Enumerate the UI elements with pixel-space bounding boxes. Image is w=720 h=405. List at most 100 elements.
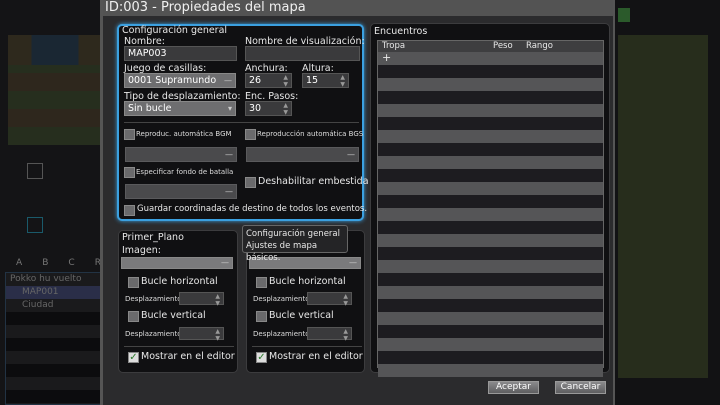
bgm-select[interactable]: — [125, 147, 237, 162]
hloop-label: Bucle horizontal [269, 276, 346, 287]
tab-b[interactable]: B [42, 258, 48, 268]
group-title: Configuración general [122, 25, 228, 36]
h-offset-stepper[interactable]: ▲ ▼ [179, 292, 224, 307]
table-row[interactable] [378, 299, 603, 312]
table-row[interactable] [378, 117, 603, 130]
tab-a[interactable]: A [16, 258, 22, 268]
divider [252, 346, 362, 347]
table-row[interactable] [378, 273, 603, 286]
tree-item-project[interactable]: Pokko hu vuelto [6, 273, 101, 286]
bgm-checkbox[interactable] [124, 129, 135, 140]
chevron-down-icon: ▾ [227, 104, 232, 113]
foreground-image-select[interactable]: — [121, 257, 233, 269]
bgs-select[interactable]: — [246, 147, 359, 162]
table-row[interactable] [378, 312, 603, 325]
battleback-checkbox[interactable] [124, 167, 135, 178]
width-value: 26 [249, 75, 262, 86]
add-icon[interactable]: + [382, 51, 391, 64]
vloop-checkbox[interactable] [128, 311, 139, 322]
table-row[interactable] [378, 182, 603, 195]
v-offset-stepper[interactable]: ▲ ▼ [179, 327, 224, 342]
spin-icon[interactable]: ▲ ▼ [283, 102, 288, 116]
hloop-checkbox[interactable] [256, 277, 267, 288]
table-row[interactable] [378, 286, 603, 299]
column-weight[interactable]: Peso [493, 41, 513, 52]
map-tree[interactable]: Pokko hu vuelto MAP001 Ciudad [5, 272, 102, 405]
show-in-editor-checkbox[interactable]: ✓ [128, 352, 139, 363]
tile-cursor [27, 163, 43, 179]
dropdown-icon: — [221, 258, 229, 267]
spin-icon[interactable]: ▲ ▼ [340, 74, 345, 88]
tree-item-map[interactable]: MAP001 [6, 286, 101, 299]
dropdown-icon: — [347, 150, 355, 159]
table-row[interactable] [378, 143, 603, 156]
save-coords-checkbox[interactable] [124, 205, 135, 216]
offset-label: Desplazamiento: [125, 295, 184, 303]
dropdown-icon: — [225, 150, 233, 159]
table-row[interactable] [378, 91, 603, 104]
encounters-table[interactable]: Tropa Peso Rango + [377, 40, 604, 377]
bgs-label: Reproducción automática BGS [257, 130, 364, 138]
tileset-select[interactable]: 0001 Supramundo — [124, 73, 236, 88]
table-row[interactable] [378, 260, 603, 273]
dropdown-icon: — [224, 76, 232, 85]
table-row[interactable] [378, 325, 603, 338]
dialog-title: ID:003 - Propiedades del mapa [103, 0, 613, 16]
spin-icon[interactable]: ▲ ▼ [283, 74, 288, 88]
hloop-checkbox[interactable] [128, 277, 139, 288]
table-row[interactable] [378, 364, 603, 377]
foreground-group: Primer_Plano Imagen: — Bucle horizontal … [118, 230, 238, 373]
table-row[interactable] [378, 208, 603, 221]
battleback-select[interactable]: — [125, 184, 237, 199]
tooltip: Configuración general Ajustes de mapa bá… [242, 225, 348, 263]
column-range[interactable]: Rango [526, 41, 553, 52]
tab-c[interactable]: C [68, 258, 74, 268]
v-offset-stepper[interactable]: ▲ ▼ [307, 327, 352, 342]
battleback-label: Especificar fondo de batalla [136, 168, 234, 176]
encounter-steps-stepper[interactable]: 30 ▲ ▼ [245, 101, 292, 116]
table-row[interactable] [378, 65, 603, 78]
table-row[interactable] [378, 78, 603, 91]
tileset-tabs: A B C R [16, 258, 101, 268]
tree-item-map[interactable]: Ciudad [6, 299, 101, 312]
offset-label: Desplazamiento: [253, 330, 312, 338]
table-row[interactable] [378, 195, 603, 208]
add-row[interactable]: + [378, 52, 603, 65]
cancel-button[interactable]: Cancelar [555, 381, 606, 394]
table-row[interactable] [378, 169, 603, 182]
table-row[interactable] [378, 156, 603, 169]
show-in-editor-label: Mostrar en el editor [269, 351, 363, 362]
spin-icon[interactable]: ▲ ▼ [215, 293, 220, 307]
dropdown-icon: — [225, 187, 233, 196]
encounters-group: Encuentros Tropa Peso Rango + [370, 23, 610, 377]
disable-dash-checkbox[interactable] [245, 177, 256, 188]
table-row[interactable] [378, 247, 603, 260]
scroll-type-select[interactable]: Sin bucle ▾ [124, 101, 236, 116]
table-header: Tropa Peso Rango [378, 41, 603, 52]
vloop-label: Bucle vertical [141, 310, 206, 321]
name-input[interactable]: MAP003 [124, 46, 237, 61]
width-stepper[interactable]: 26 ▲ ▼ [245, 73, 292, 88]
ok-button[interactable]: Aceptar [488, 381, 539, 394]
tileset-value: 0001 Supramundo [128, 75, 217, 86]
h-offset-stepper[interactable]: ▲ ▼ [307, 292, 352, 307]
table-row[interactable] [378, 104, 603, 117]
spin-icon[interactable]: ▲ ▼ [215, 328, 220, 342]
table-row[interactable] [378, 351, 603, 364]
spin-icon[interactable]: ▲ ▼ [343, 293, 348, 307]
offset-label: Desplazamiento: [125, 330, 184, 338]
height-stepper[interactable]: 15 ▲ ▼ [302, 73, 349, 88]
table-row[interactable] [378, 221, 603, 234]
table-row[interactable] [378, 130, 603, 143]
show-in-editor-checkbox[interactable]: ✓ [256, 352, 267, 363]
table-row[interactable] [378, 234, 603, 247]
tooltip-text: Ajustes de mapa básicos. [246, 241, 318, 263]
bgs-checkbox[interactable] [245, 129, 256, 140]
vloop-checkbox[interactable] [256, 311, 267, 322]
divider [124, 346, 234, 347]
play-icon[interactable] [618, 8, 630, 22]
tileset-palette [8, 35, 102, 145]
spin-icon[interactable]: ▲ ▼ [343, 328, 348, 342]
display-name-input[interactable] [245, 46, 360, 61]
table-row[interactable] [378, 338, 603, 351]
